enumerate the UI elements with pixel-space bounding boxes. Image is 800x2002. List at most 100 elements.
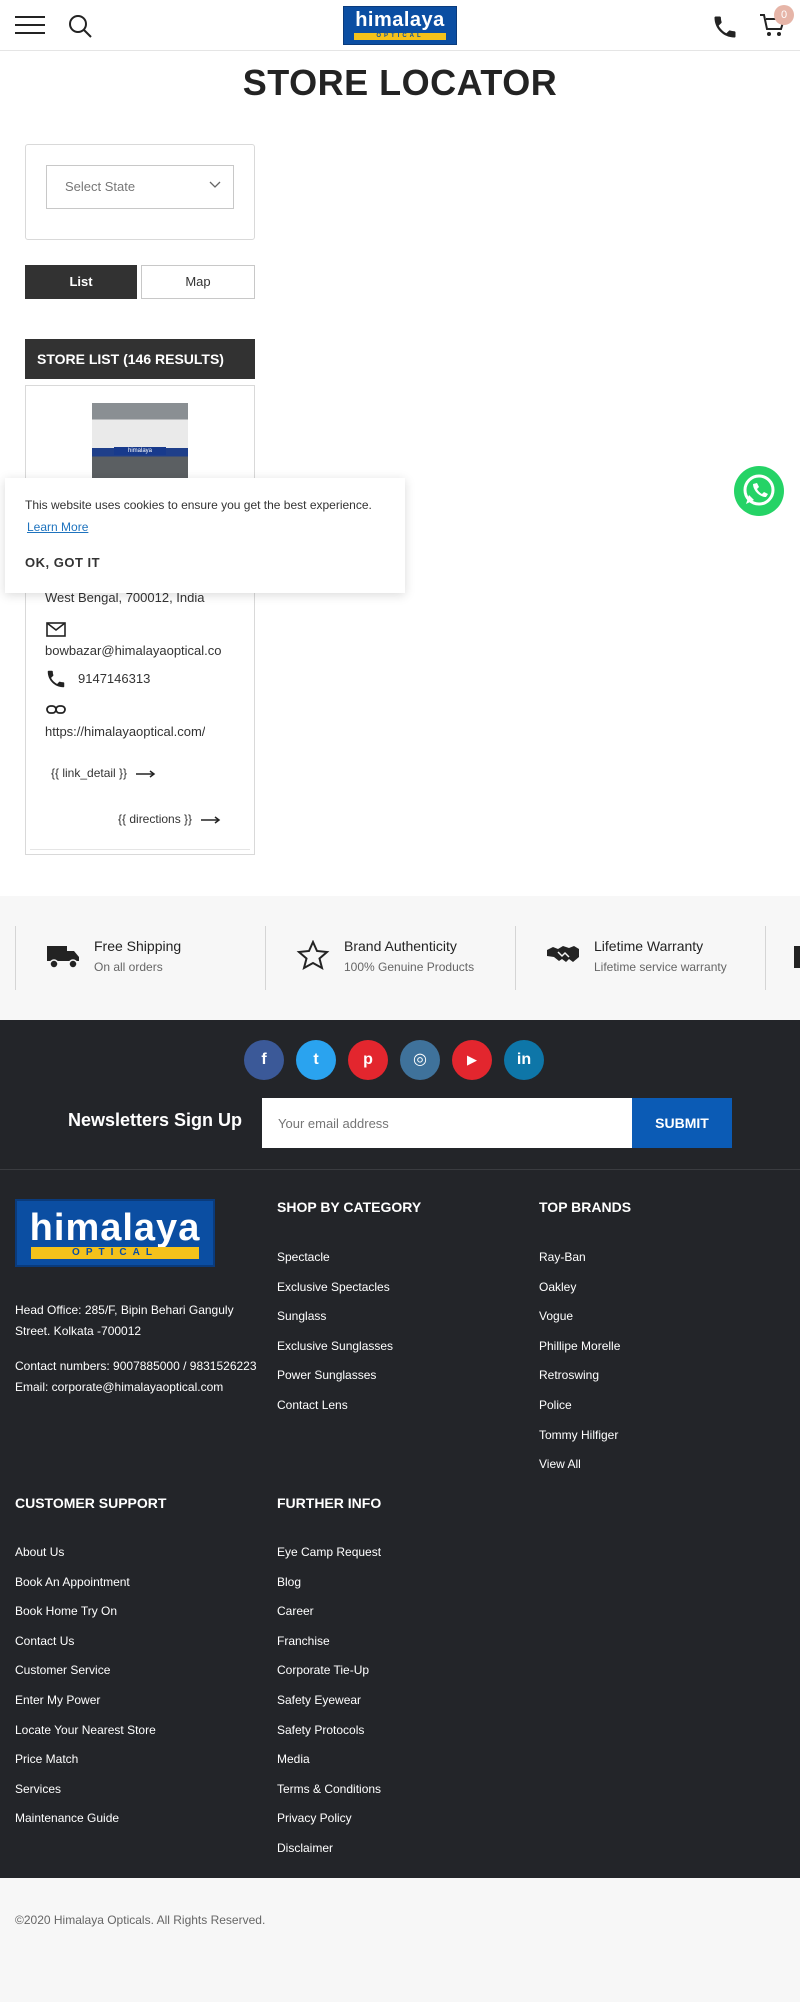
shop-by-category-heading: SHOP BY CATEGORY (277, 1199, 422, 1215)
brand-link[interactable]: Tommy Hilfiger (539, 1428, 618, 1442)
youtube-icon[interactable]: ▶ (452, 1040, 492, 1080)
brand-link[interactable]: Police (539, 1398, 572, 1412)
support-link[interactable]: Contact Us (15, 1634, 74, 1648)
brand-link[interactable]: View All (539, 1457, 581, 1471)
state-select[interactable]: Select State (46, 165, 234, 209)
store-image-sign: himalaya (114, 447, 166, 455)
support-link[interactable]: Price Match (15, 1752, 78, 1766)
whatsapp-button[interactable] (734, 466, 784, 516)
brand-link[interactable]: Vogue (539, 1309, 573, 1323)
info-link[interactable]: Safety Protocols (277, 1723, 364, 1737)
arrow-right-icon (136, 770, 156, 778)
head-office-line-1: Head Office: 285/F, Bipin Behari Ganguly (15, 1303, 234, 1317)
footer-divider (0, 1169, 800, 1170)
feature-item: Brand Authenticity 100% Genuine Products (265, 926, 515, 990)
store-list-header: STORE LIST (146 RESULTS) (25, 339, 255, 379)
feature-item: Lifetime Warranty Lifetime service warra… (515, 926, 765, 990)
category-link[interactable]: Power Sunglasses (277, 1368, 376, 1382)
info-link[interactable]: Blog (277, 1575, 301, 1589)
phone-icon (47, 670, 65, 688)
feature-subtitle: Lifetime service warranty (594, 960, 727, 974)
brand-link[interactable]: Ray-Ban (539, 1250, 586, 1264)
feature-title: Free Shipping (94, 938, 182, 954)
support-link[interactable]: About Us (15, 1545, 64, 1559)
category-link[interactable]: Contact Lens (277, 1398, 348, 1412)
footer-logo[interactable]: himalaya OPTICAL (15, 1199, 215, 1267)
info-link[interactable]: Eye Camp Request (277, 1545, 381, 1559)
feature-subtitle: On all orders (94, 960, 163, 974)
store-phone[interactable]: 9147146313 (78, 671, 150, 686)
cart-count-badge: 0 (774, 5, 794, 25)
top-brands-heading: TOP BRANDS (539, 1199, 632, 1215)
category-link[interactable]: Spectacle (277, 1250, 330, 1264)
feature-icon-partial (794, 946, 800, 968)
page-title: STORE LOCATOR (242, 62, 558, 103)
brand-link[interactable]: Oakley (539, 1280, 576, 1294)
info-link[interactable]: Terms & Conditions (277, 1782, 381, 1796)
arrow-right-icon (201, 816, 221, 824)
store-image: himalaya (92, 403, 188, 485)
site-footer (0, 1020, 800, 1878)
category-link[interactable]: Sunglass (277, 1309, 326, 1323)
newsletter-label: Newsletters Sign Up (68, 1110, 243, 1130)
linkedin-icon[interactable]: in (504, 1040, 544, 1080)
site-header: himalaya OPTICAL 0 (0, 0, 800, 51)
pinterest-icon[interactable]: p (348, 1040, 388, 1080)
whatsapp-icon (743, 474, 775, 506)
info-link[interactable]: Franchise (277, 1634, 330, 1648)
store-card: himalaya West Bengal, 700012, India bowb… (25, 385, 255, 855)
category-link[interactable]: Exclusive Spectacles (277, 1280, 390, 1294)
store-directions-link[interactable]: {{ directions }} (118, 812, 221, 826)
support-link[interactable]: Book Home Try On (15, 1604, 117, 1618)
feature-title: Brand Authenticity (344, 938, 457, 954)
info-link[interactable]: Disclaimer (277, 1841, 333, 1855)
info-link[interactable]: Privacy Policy (277, 1811, 352, 1825)
support-link[interactable]: Maintenance Guide (15, 1811, 119, 1825)
site-logo[interactable]: himalaya OPTICAL (343, 6, 457, 45)
store-detail-link-label: {{ link_detail }} (51, 766, 128, 780)
support-link[interactable]: Customer Service (15, 1663, 110, 1677)
logo-subtext: OPTICAL (354, 33, 446, 40)
brand-link[interactable]: Retroswing (539, 1368, 599, 1382)
star-icon (296, 940, 330, 970)
store-email[interactable]: bowbazar@himalayaoptical.co (45, 643, 245, 658)
facebook-icon[interactable]: f (244, 1040, 284, 1080)
support-link[interactable]: Book An Appointment (15, 1575, 130, 1589)
newsletter-email-input[interactable] (262, 1098, 632, 1148)
tab-map[interactable]: Map (141, 265, 255, 299)
search-icon[interactable] (67, 13, 93, 39)
cookie-accept-button[interactable]: OK, GOT IT (25, 555, 100, 570)
twitter-icon[interactable]: t (296, 1040, 336, 1080)
instagram-icon[interactable]: ◎ (400, 1040, 440, 1080)
head-office-line-2: Street. Kolkata -700012 (15, 1324, 142, 1338)
support-link[interactable]: Locate Your Nearest Store (15, 1723, 156, 1737)
brand-link[interactable]: Phillipe Morelle (539, 1339, 620, 1353)
tab-list[interactable]: List (25, 265, 137, 299)
contact-numbers: Contact numbers: 9007885000 / 9831526223 (15, 1359, 257, 1373)
feature-item (765, 926, 800, 990)
info-link[interactable]: Corporate Tie-Up (277, 1663, 369, 1677)
cookie-learn-more-link[interactable]: Learn More (27, 520, 88, 534)
support-link[interactable]: Enter My Power (15, 1693, 100, 1707)
newsletter-submit-button[interactable]: SUBMIT (632, 1098, 732, 1148)
footer-logo-subtext: OPTICAL (31, 1247, 199, 1259)
copyright-bar (0, 1878, 800, 2002)
support-link[interactable]: Services (15, 1782, 61, 1796)
further-info-heading: FURTHER INFO (277, 1495, 382, 1511)
info-link[interactable]: Media (277, 1752, 310, 1766)
store-website[interactable]: https://himalayaoptical.com/ (45, 724, 205, 739)
category-link[interactable]: Exclusive Sunglasses (277, 1339, 393, 1353)
phone-icon[interactable] (711, 13, 739, 41)
customer-support-heading: CUSTOMER SUPPORT (15, 1495, 167, 1511)
cookie-banner: This website uses cookies to ensure you … (5, 478, 405, 593)
copyright-text: ©2020 Himalaya Opticals. All Rights Rese… (15, 1913, 266, 1927)
contact-email: Email: corporate@himalayaoptical.com (15, 1380, 224, 1394)
store-detail-link[interactable]: {{ link_detail }} (51, 766, 156, 780)
info-link[interactable]: Safety Eyewear (277, 1693, 361, 1707)
footer-logo-text: himalaya (29, 1207, 201, 1249)
store-directions-label: {{ directions }} (118, 812, 193, 826)
info-link[interactable]: Career (277, 1604, 314, 1618)
menu-icon[interactable] (15, 16, 45, 34)
handshake-icon (547, 946, 579, 962)
chevron-down-icon (209, 181, 221, 188)
